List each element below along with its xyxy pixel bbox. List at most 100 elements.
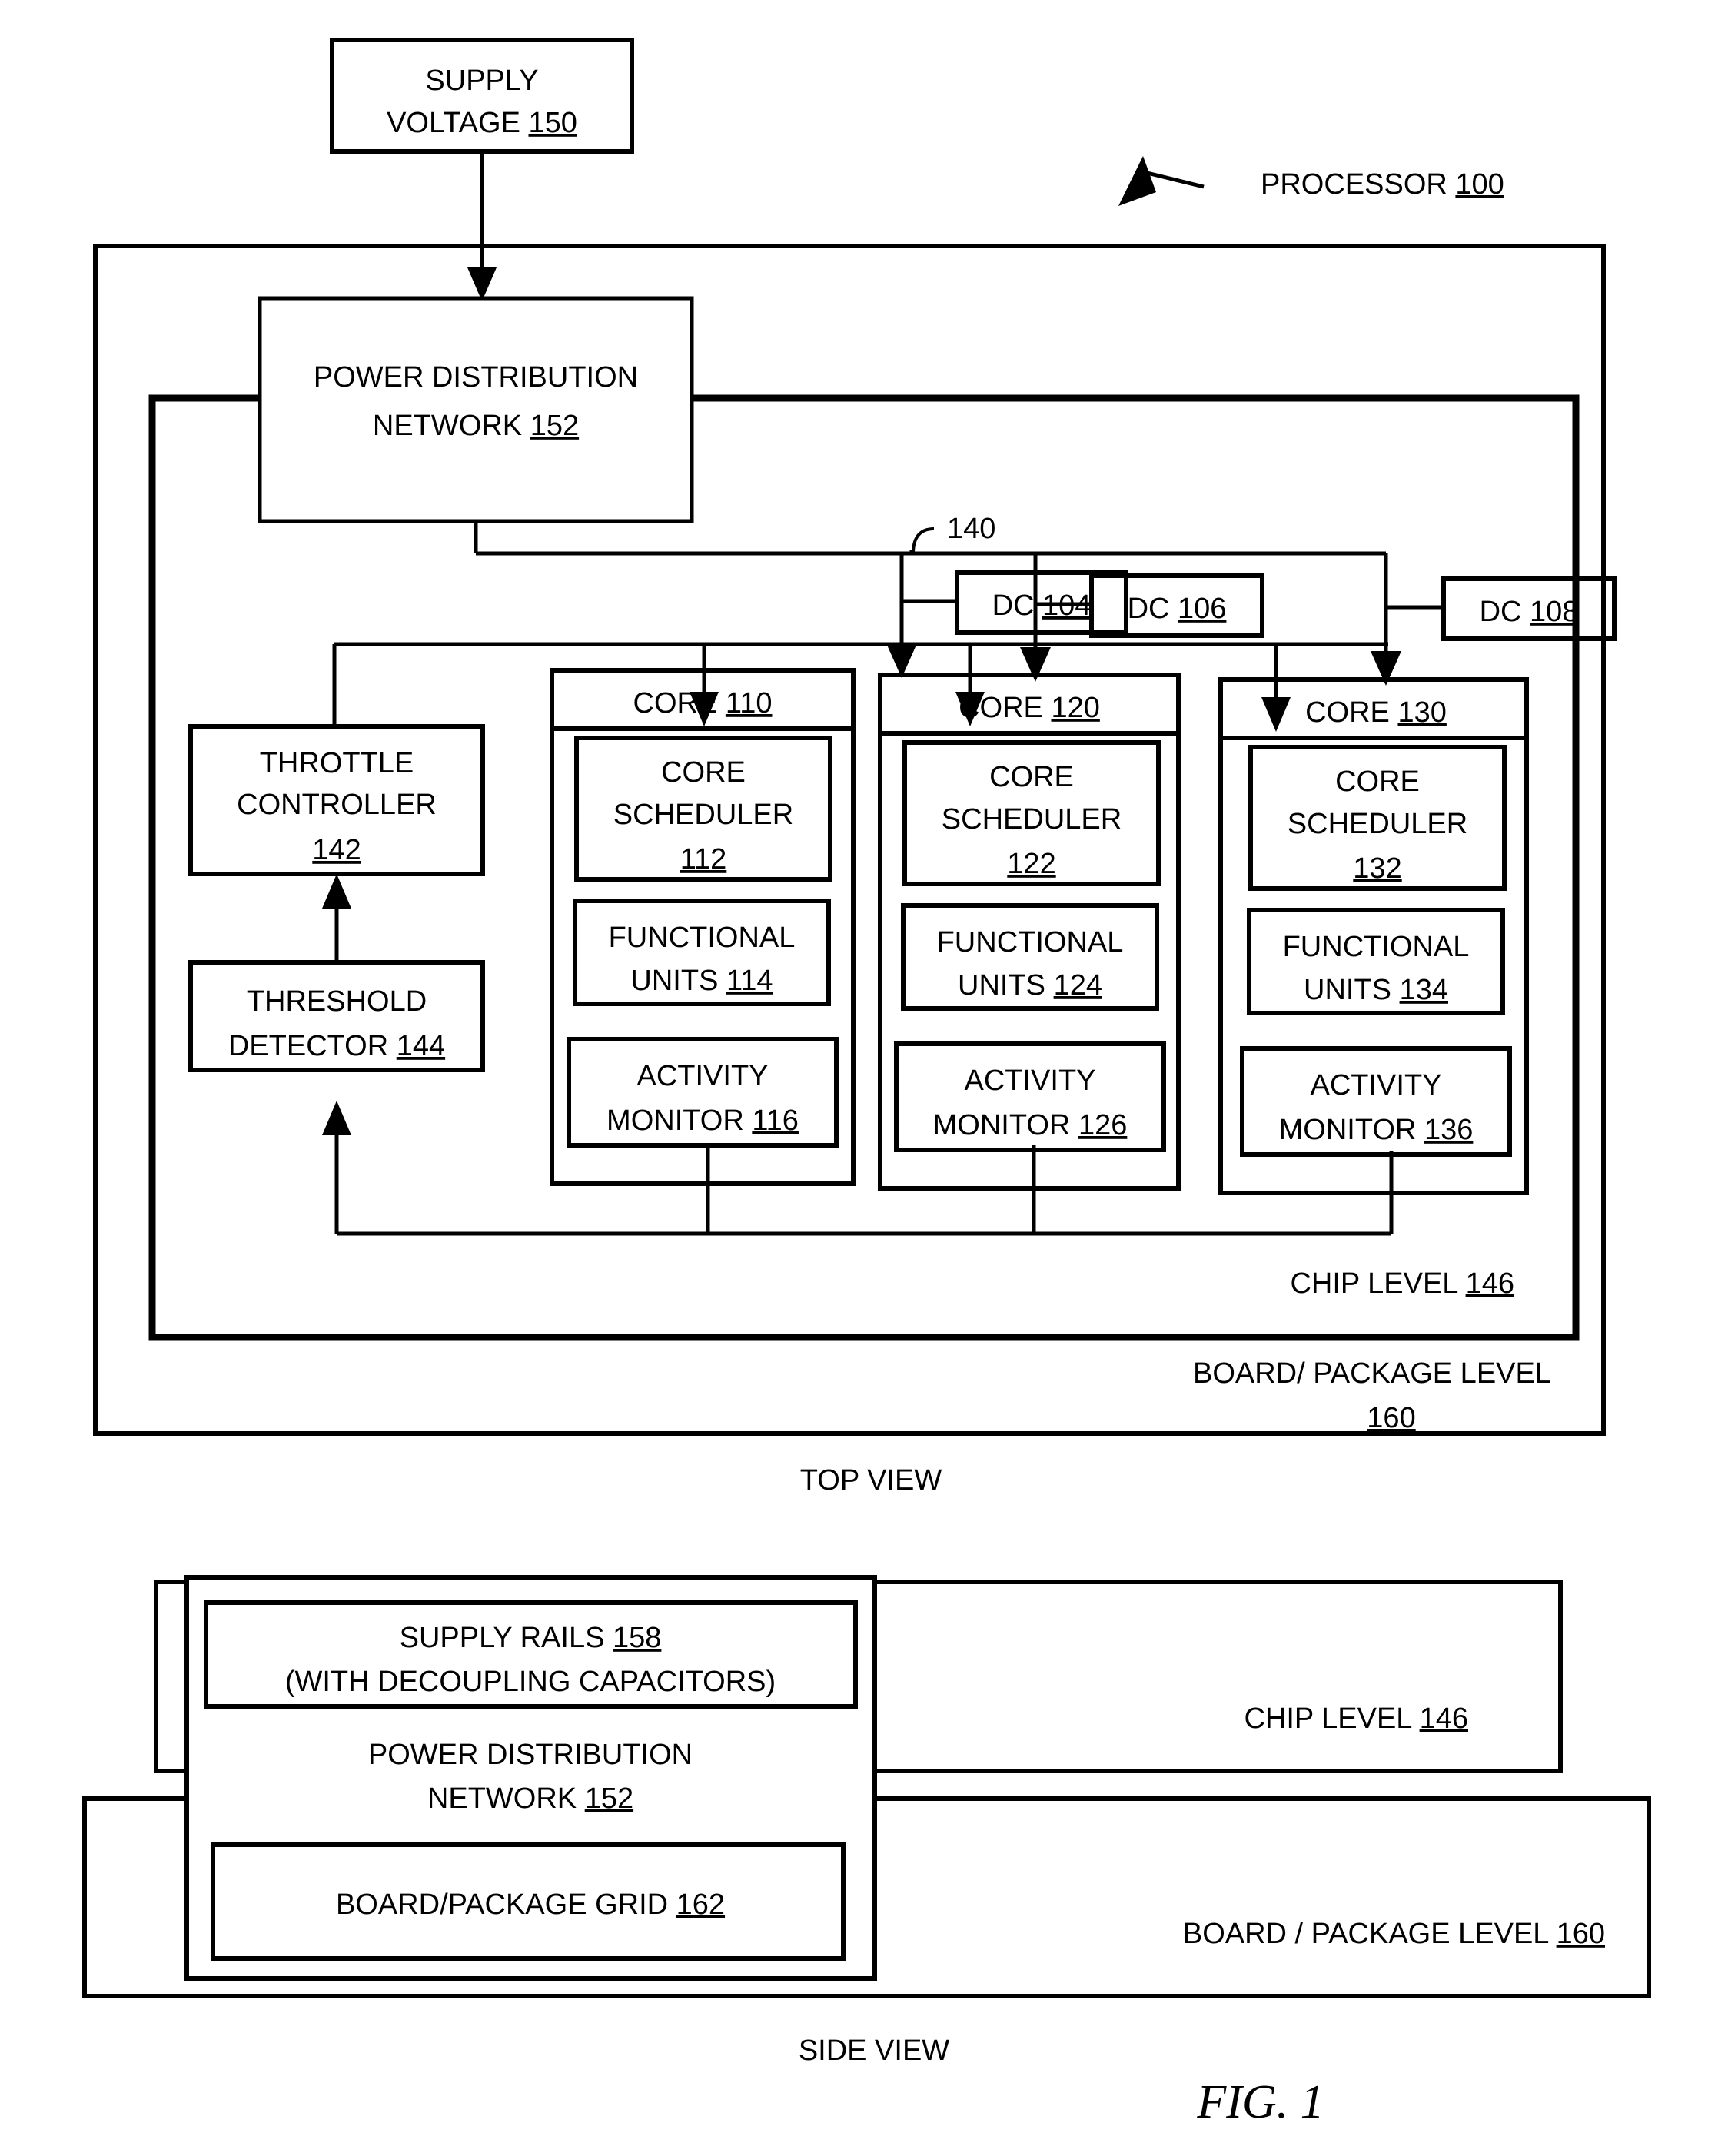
core-scheduler-132-block: CORE SCHEDULER 132 [1248, 745, 1507, 891]
core-110-block: CORE 110 CORE SCHEDULER 112 FUNCTIONAL U… [550, 668, 856, 1186]
threshold-to-throttle-arrow [322, 874, 351, 962]
activity-monitor-126-line2-text: MONITOR [933, 1109, 1078, 1141]
activity-monitor-136-ref: 136 [1424, 1114, 1473, 1146]
board-package-grid-162-block: BOARD/PACKAGE GRID 162 [211, 1842, 846, 1961]
board-package-grid-label: BOARD/PACKAGE GRID 162 [336, 1889, 725, 1921]
core-110-title-ref: 110 [726, 687, 773, 719]
functional-units-114-line2-text: UNITS [630, 965, 726, 997]
patent-figure-1: SUPPLY VOLTAGE 150 PROCESSOR 100 POWER D… [0, 0, 1728, 2152]
board-package-level-label-side-view: BOARD / PACKAGE LEVEL 160 [1183, 1918, 1605, 1950]
activity-monitor-136-line2: MONITOR 136 [1279, 1114, 1474, 1146]
activity-monitor-feedback-bus [322, 1101, 1394, 1236]
chip-level-label-top-view-text: CHIP LEVEL [1290, 1267, 1465, 1300]
throttle-control-bus [332, 642, 1388, 732]
core-scheduler-122-line1: CORE [989, 761, 1074, 793]
functional-units-114-block: FUNCTIONAL UNITS 114 [573, 899, 831, 1006]
dc-108-label: DC 108 [1480, 596, 1579, 628]
core-110-title-text: CORE [633, 687, 726, 719]
functional-units-134-line2-text: UNITS [1304, 974, 1400, 1006]
chip-level-ref-side-view: 146 [1420, 1703, 1468, 1735]
dc-106-text: DC [1128, 593, 1178, 625]
activity-monitor-126-ref: 126 [1078, 1109, 1127, 1141]
core-120-title-ref: 120 [1051, 692, 1099, 724]
throttle-controller-line2: CONTROLLER [237, 789, 437, 821]
threshold-detector-line2-text: DETECTOR [228, 1030, 397, 1062]
supply-voltage-ref: 150 [529, 107, 577, 139]
core-scheduler-112-block: CORE SCHEDULER 112 [574, 736, 832, 882]
supply-voltage-line2: VOLTAGE 150 [387, 107, 577, 139]
dc-106-ref: 106 [1178, 593, 1226, 625]
threshold-detector-block: THRESHOLD DETECTOR 144 [188, 960, 485, 1072]
side-view-caption: SIDE VIEW [799, 2035, 949, 2067]
core-130-block: CORE 130 CORE SCHEDULER 132 FUNCTIONAL U… [1218, 677, 1529, 1195]
core-130-title-ref: 130 [1397, 696, 1446, 729]
throttle-controller-block: THROTTLE CONTROLLER 142 [188, 724, 485, 876]
decoupling-capacitor-108: DC 108 [1441, 576, 1617, 641]
dc-104-label: DC 104 [992, 590, 1092, 622]
core-130-title-text: CORE [1305, 696, 1397, 729]
core-120-title: CORE 120 [959, 692, 1100, 724]
core-scheduler-122-ref: 122 [1007, 848, 1055, 880]
supply-rails-line1-text: SUPPLY RAILS [400, 1622, 613, 1654]
pdn-side-view-ref: 152 [585, 1782, 633, 1815]
functional-units-124-block: FUNCTIONAL UNITS 124 [901, 903, 1159, 1011]
decoupling-capacitor-106: DC 106 [1089, 573, 1264, 638]
activity-monitor-126-line2: MONITOR 126 [933, 1109, 1128, 1141]
top-view-caption: TOP VIEW [800, 1464, 942, 1497]
pdn-line1: POWER DISTRIBUTION [314, 361, 638, 394]
pdn-line2: NETWORK 152 [373, 410, 579, 442]
activity-monitor-116-ref: 116 [752, 1105, 799, 1137]
functional-units-134-line2: UNITS 134 [1304, 974, 1448, 1006]
activity-monitor-116-block: ACTIVITY MONITOR 116 [567, 1037, 839, 1148]
chip-level-ref-top-view: 146 [1466, 1267, 1514, 1300]
core-scheduler-122-line2: SCHEDULER [942, 803, 1122, 835]
board-package-level-ref-side-view: 160 [1557, 1918, 1605, 1950]
core-scheduler-112-line1: CORE [661, 756, 746, 789]
core-scheduler-122-block: CORE SCHEDULER 122 [902, 740, 1161, 886]
decoupling-capacitor-104: DC 104 [955, 570, 1128, 635]
core-scheduler-132-line2: SCHEDULER [1288, 808, 1467, 840]
activity-monitor-116-line1: ACTIVITY [636, 1060, 768, 1092]
dc-108-ref: 108 [1530, 596, 1578, 628]
activity-monitor-126-line1: ACTIVITY [964, 1065, 1095, 1097]
throttle-controller-ref: 142 [312, 834, 361, 866]
threshold-detector-line1: THRESHOLD [247, 985, 427, 1018]
supply-voltage-block: SUPPLY VOLTAGE 150 [330, 38, 634, 154]
processor-callout-ref: 100 [1455, 168, 1504, 201]
supply-rails-line1: SUPPLY RAILS 158 [400, 1622, 662, 1654]
chip-level-label-side-view-text: CHIP LEVEL [1244, 1703, 1419, 1735]
processor-callout-label: PROCESSOR 100 [1261, 168, 1504, 201]
figure-caption: FIG. 1 [1196, 2076, 1324, 2128]
board-package-grid-text: BOARD/PACKAGE GRID [336, 1889, 676, 1921]
dc-104-ref: 104 [1042, 590, 1091, 622]
activity-monitor-116-line2: MONITOR 116 [606, 1105, 799, 1137]
core-scheduler-112-ref: 112 [680, 843, 727, 875]
pdn-side-view-line1: POWER DISTRIBUTION [368, 1739, 693, 1771]
supply-rails-158-block: SUPPLY RAILS 158 (WITH DECOUPLING CAPACI… [204, 1600, 858, 1709]
supply-rails-line2: (WITH DECOUPLING CAPACITORS) [285, 1666, 776, 1698]
throttle-controller-line1: THROTTLE [260, 747, 414, 779]
activity-monitor-136-line2-text: MONITOR [1279, 1114, 1424, 1146]
chip-level-label-top-view: CHIP LEVEL 146 [1290, 1267, 1514, 1300]
activity-monitor-136-line1: ACTIVITY [1310, 1069, 1441, 1101]
functional-units-124-ref: 124 [1054, 969, 1102, 1002]
threshold-detector-ref: 144 [397, 1030, 445, 1062]
functional-units-114-line1: FUNCTIONAL [609, 922, 796, 954]
activity-monitor-126-block: ACTIVITY MONITOR 126 [894, 1041, 1166, 1152]
functional-units-114-ref: 114 [726, 965, 773, 997]
functional-units-124-line2-text: UNITS [958, 969, 1054, 1002]
functional-units-134-line1: FUNCTIONAL [1283, 931, 1470, 963]
activity-monitor-116-line2-text: MONITOR [606, 1105, 752, 1137]
core-120-block: CORE 120 CORE SCHEDULER 122 FUNCTIONAL U… [878, 673, 1181, 1191]
dc-106-label: DC 106 [1128, 593, 1227, 625]
supply-voltage-line1: SUPPLY [425, 65, 538, 97]
core-120-title-text: CORE [959, 692, 1051, 724]
pdn-side-view-line2: NETWORK 152 [427, 1782, 633, 1815]
pdn-side-view-line2-text: NETWORK [427, 1782, 585, 1815]
core-scheduler-132-ref: 132 [1353, 852, 1401, 885]
supply-to-pdn-arrow [467, 151, 497, 301]
functional-units-134-ref: 134 [1400, 974, 1448, 1006]
board-package-level-label-side-view-text: BOARD / PACKAGE LEVEL [1183, 1918, 1557, 1950]
supply-voltage-line2-text: VOLTAGE [387, 107, 528, 139]
processor-callout-text: PROCESSOR [1261, 168, 1455, 201]
